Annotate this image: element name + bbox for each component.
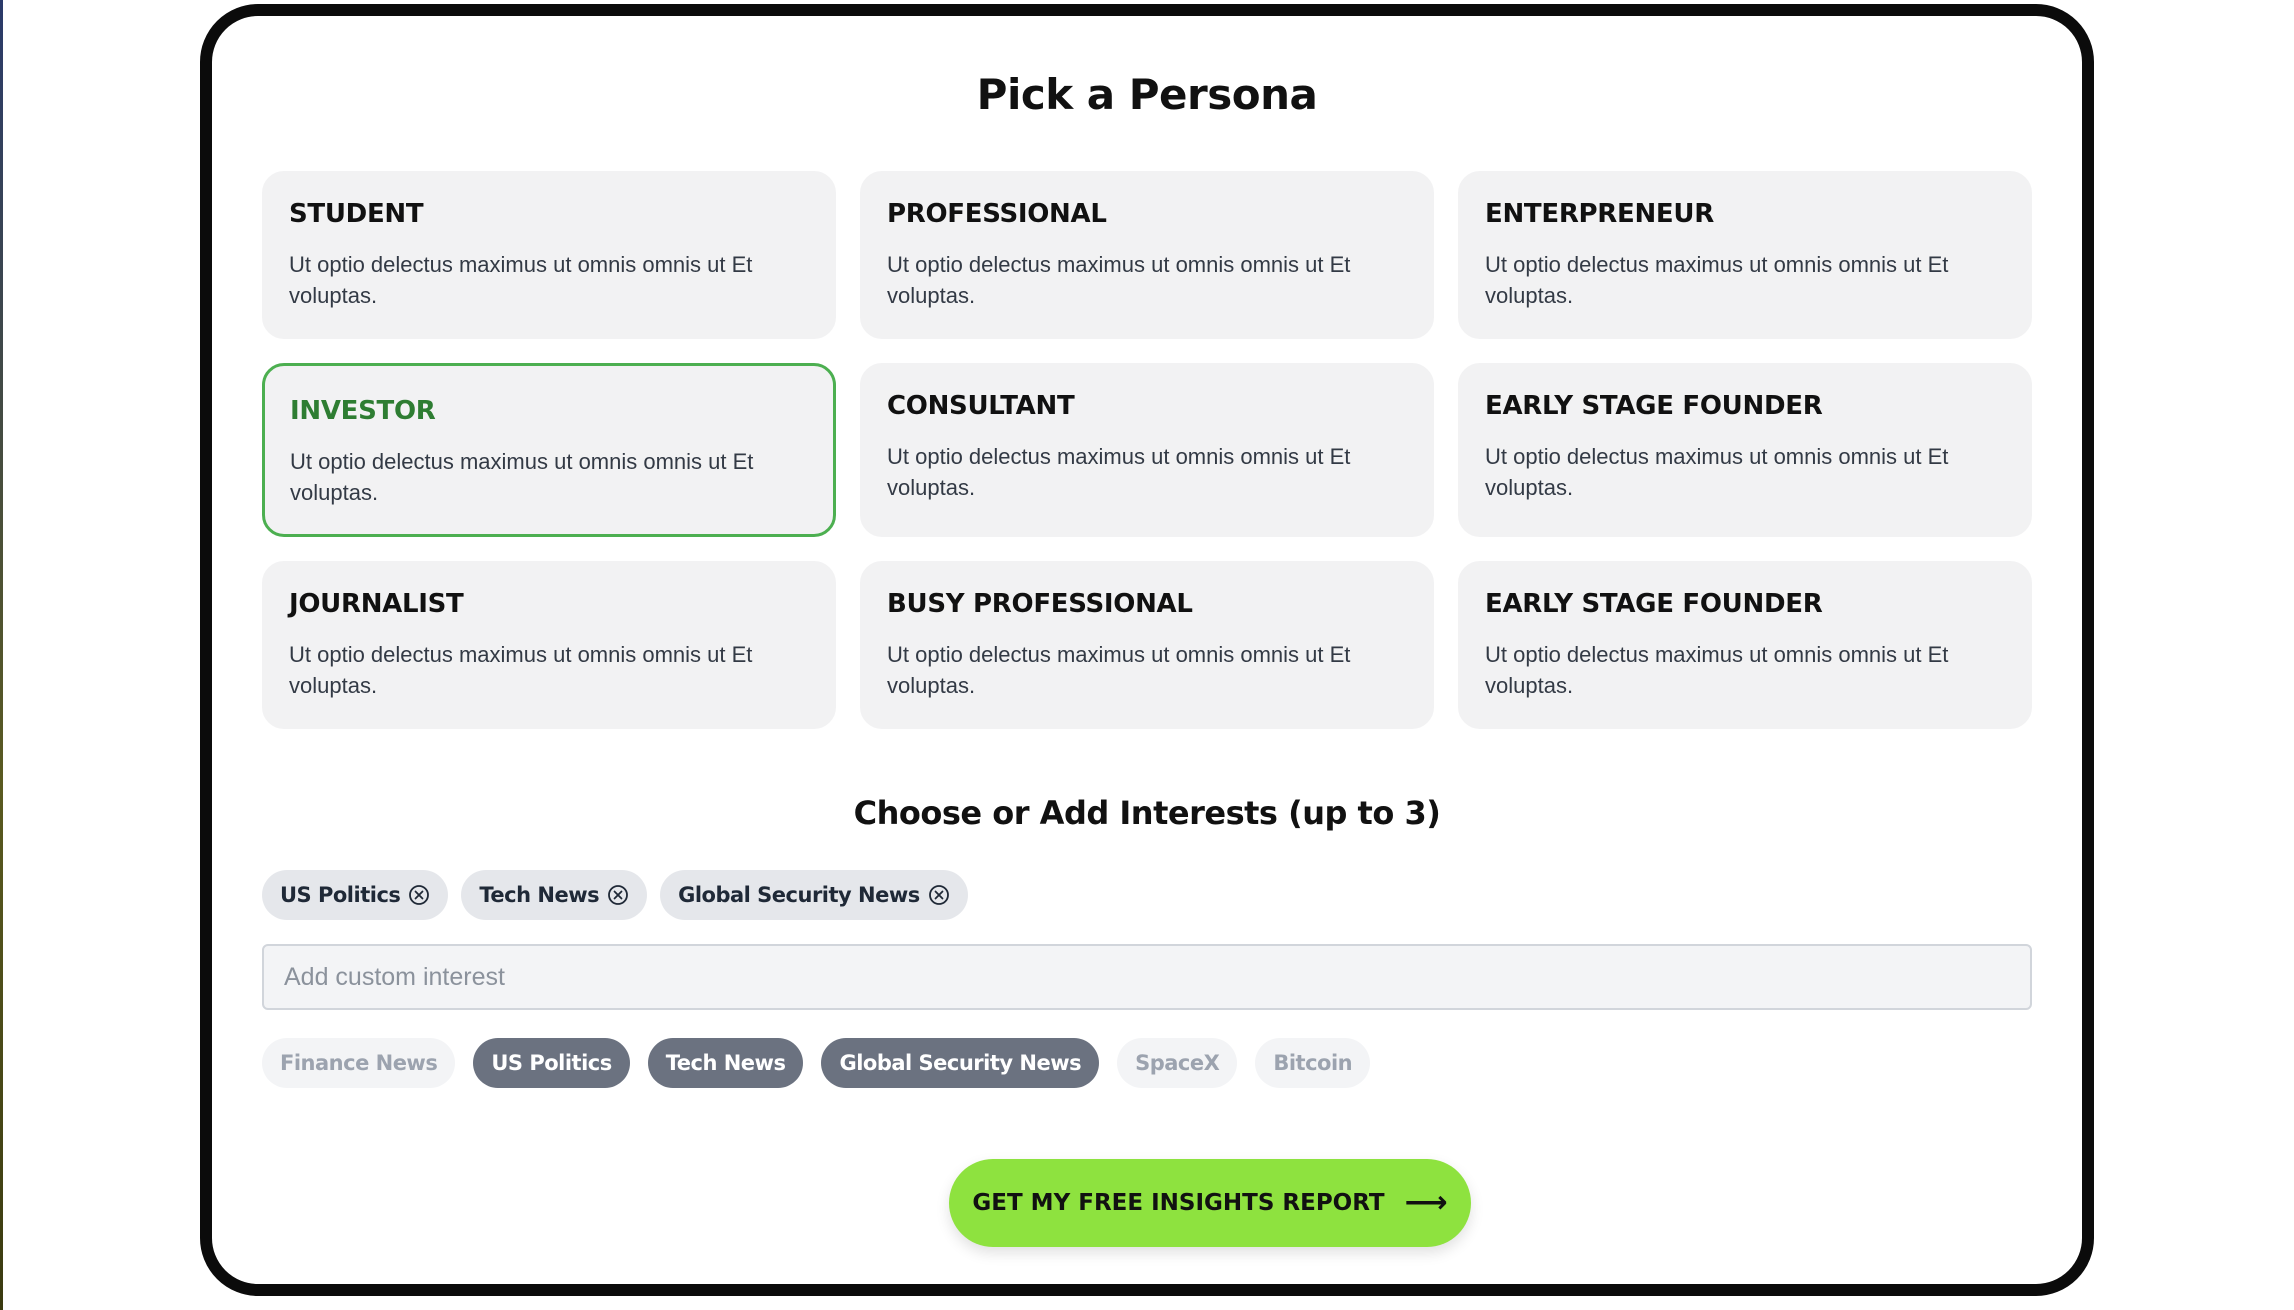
persona-card-journalist[interactable]: JOURNALIST Ut optio delectus maximus ut … xyxy=(262,561,836,729)
chip-label: Tech News xyxy=(479,883,600,907)
suggestion-chip-tech-news[interactable]: Tech News xyxy=(647,1038,804,1088)
persona-description: Ut optio delectus maximus ut omnis omnis… xyxy=(289,252,753,308)
persona-title: CONSULTANT xyxy=(887,391,1075,421)
persona-card-consultant[interactable]: CONSULTANT Ut optio delectus maximus ut … xyxy=(860,363,1434,537)
persona-title: JOURNALIST xyxy=(289,589,464,619)
interest-suggestions: Finance News US Politics Tech News Globa… xyxy=(262,1038,1371,1088)
interests-heading: Choose or Add Interests (up to 3) xyxy=(853,794,1441,832)
page: Pick a Persona STUDENT Ut optio delectus… xyxy=(0,0,2294,1310)
persona-description: Ut optio delectus maximus ut omnis omnis… xyxy=(1485,444,1949,500)
persona-description: Ut optio delectus maximus ut omnis omnis… xyxy=(1485,642,1949,698)
persona-card-professional[interactable]: PROFESSIONAL Ut optio delectus maximus u… xyxy=(860,171,1434,339)
remove-circle-x-icon[interactable] xyxy=(408,884,430,906)
custom-interest-input[interactable] xyxy=(262,944,2032,1010)
suggestion-chip-bitcoin[interactable]: Bitcoin xyxy=(1255,1038,1371,1088)
modal-frame: Pick a Persona STUDENT Ut optio delectus… xyxy=(200,4,2094,1296)
custom-interest-wrapper xyxy=(262,944,2032,1010)
persona-card-enterpreneur[interactable]: ENTERPRENEUR Ut optio delectus maximus u… xyxy=(1458,171,2032,339)
persona-title: EARLY STAGE FOUNDER xyxy=(1485,589,1823,619)
persona-description: Ut optio delectus maximus ut omnis omnis… xyxy=(289,642,753,698)
window-edge xyxy=(0,0,3,1310)
chip-label: US Politics xyxy=(280,883,401,907)
persona-title: ENTERPRENEUR xyxy=(1485,199,1714,229)
remove-circle-x-icon[interactable] xyxy=(928,884,950,906)
persona-card-investor[interactable]: INVESTOR Ut optio delectus maximus ut om… xyxy=(262,363,836,537)
persona-title: PROFESSIONAL xyxy=(887,199,1107,229)
persona-description: Ut optio delectus maximus ut omnis omnis… xyxy=(1485,252,1949,308)
suggestion-chip-global-security-news[interactable]: Global Security News xyxy=(821,1038,1100,1088)
persona-description: Ut optio delectus maximus ut omnis omnis… xyxy=(887,252,1351,308)
page-title: Pick a Persona xyxy=(976,70,1318,119)
suggestion-chip-us-politics[interactable]: US Politics xyxy=(473,1038,630,1088)
selected-interest-chip: Tech News xyxy=(461,870,648,920)
selected-interests: US Politics Tech News Global Security Ne… xyxy=(262,870,968,920)
persona-title: INVESTOR xyxy=(290,396,436,426)
get-report-button[interactable]: GET MY FREE INSIGHTS REPORT ⟶ xyxy=(949,1159,1471,1247)
persona-description: Ut optio delectus maximus ut omnis omnis… xyxy=(887,642,1351,698)
persona-title: EARLY STAGE FOUNDER xyxy=(1485,391,1823,421)
persona-grid: STUDENT Ut optio delectus maximus ut omn… xyxy=(262,171,2032,729)
arrow-right-icon: ⟶ xyxy=(1404,1185,1448,1220)
persona-description: Ut optio delectus maximus ut omnis omnis… xyxy=(290,449,754,505)
cta-label: GET MY FREE INSIGHTS REPORT xyxy=(972,1190,1385,1216)
suggestion-chip-spacex[interactable]: SpaceX xyxy=(1117,1038,1238,1088)
remove-circle-x-icon[interactable] xyxy=(607,884,629,906)
chip-label: Global Security News xyxy=(678,883,920,907)
persona-card-busy-professional[interactable]: BUSY PROFESSIONAL Ut optio delectus maxi… xyxy=(860,561,1434,729)
persona-title: BUSY PROFESSIONAL xyxy=(887,589,1193,619)
selected-interest-chip: Global Security News xyxy=(660,870,968,920)
suggestion-chip-finance-news[interactable]: Finance News xyxy=(262,1038,456,1088)
persona-description: Ut optio delectus maximus ut omnis omnis… xyxy=(887,444,1351,500)
persona-card-early-stage-founder[interactable]: EARLY STAGE FOUNDER Ut optio delectus ma… xyxy=(1458,363,2032,537)
selected-interest-chip: US Politics xyxy=(262,870,449,920)
persona-title: STUDENT xyxy=(289,199,424,229)
persona-card-student[interactable]: STUDENT Ut optio delectus maximus ut omn… xyxy=(262,171,836,339)
persona-card-early-stage-founder-2[interactable]: EARLY STAGE FOUNDER Ut optio delectus ma… xyxy=(1458,561,2032,729)
